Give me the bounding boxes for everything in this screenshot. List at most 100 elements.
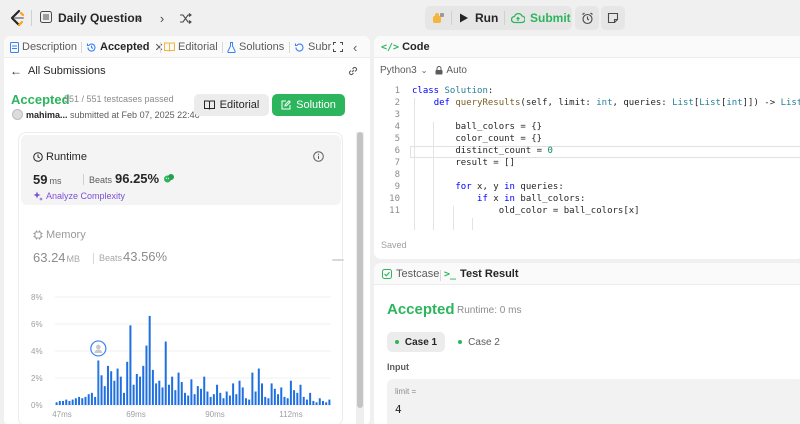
- chart-bar[interactable]: [286, 398, 289, 405]
- chevron-down-icon[interactable]: ⌄: [421, 66, 428, 75]
- chart-bar[interactable]: [238, 380, 241, 405]
- chart-bar[interactable]: [203, 376, 206, 405]
- chart-bar[interactable]: [212, 394, 215, 405]
- chart-bar[interactable]: [126, 361, 129, 405]
- chart-bar[interactable]: [135, 373, 138, 405]
- chart-bar[interactable]: [321, 400, 324, 405]
- code-line[interactable]: 10 if x in ball_colors:: [374, 194, 800, 206]
- auto-mode-label[interactable]: Auto: [446, 65, 467, 76]
- chart-bar[interactable]: [100, 375, 103, 405]
- chart-bar[interactable]: [193, 394, 196, 405]
- chart-bar[interactable]: [206, 391, 209, 406]
- shuffle-icon[interactable]: [176, 9, 194, 27]
- code-line[interactable]: 11 old_color = ball_colors[x]: [374, 206, 800, 218]
- chart-bar[interactable]: [318, 398, 321, 405]
- chart-bar[interactable]: [277, 394, 280, 405]
- chart-bar[interactable]: [78, 396, 81, 405]
- chart-bar[interactable]: [196, 386, 199, 405]
- chart-bar[interactable]: [116, 368, 119, 405]
- panel-resize-handle[interactable]: [332, 259, 344, 261]
- chart-bar[interactable]: [94, 396, 97, 405]
- all-submissions-link[interactable]: ← All Submissions: [10, 64, 106, 78]
- code-line[interactable]: 5 color_count = {}: [374, 134, 800, 146]
- code-line[interactable]: 9 for x, y in queries:: [374, 182, 800, 194]
- chart-bar[interactable]: [225, 391, 228, 406]
- chart-bar[interactable]: [103, 386, 106, 405]
- chart-bar[interactable]: [62, 400, 65, 405]
- debug-icon[interactable]: [431, 6, 445, 30]
- chart-bar[interactable]: [84, 396, 87, 405]
- memory-title[interactable]: Memory: [33, 229, 86, 241]
- chart-bar[interactable]: [97, 360, 100, 405]
- chart-bar[interactable]: [309, 392, 312, 405]
- chart-bar[interactable]: [158, 380, 161, 405]
- chart-bar[interactable]: [228, 395, 231, 405]
- editorial-button[interactable]: Editorial: [194, 94, 269, 116]
- chart-bar[interactable]: [110, 371, 113, 405]
- chart-bar[interactable]: [216, 384, 219, 405]
- tab-description[interactable]: Description: [10, 36, 77, 58]
- avatar[interactable]: [12, 109, 23, 120]
- tab-editorial[interactable]: Editorial: [164, 36, 218, 58]
- code-line[interactable]: 8: [374, 170, 800, 182]
- chart-bar[interactable]: [232, 383, 235, 405]
- chart-bar[interactable]: [302, 396, 305, 405]
- chart-bar[interactable]: [222, 398, 225, 405]
- tab-solutions[interactable]: Solutions: [227, 36, 284, 58]
- your-submission-marker[interactable]: [90, 340, 107, 357]
- chart-bar[interactable]: [74, 398, 77, 405]
- expand-panel-icon[interactable]: [333, 36, 346, 58]
- chart-bar[interactable]: [123, 392, 125, 405]
- solution-button[interactable]: Solution: [272, 94, 345, 116]
- submit-button[interactable]: Submit: [511, 6, 571, 30]
- username[interactable]: mahima...: [26, 110, 68, 120]
- chart-bar[interactable]: [280, 387, 283, 405]
- code-line[interactable]: 3: [374, 110, 800, 122]
- chart-bar[interactable]: [293, 390, 296, 405]
- chart-bar[interactable]: [148, 315, 151, 405]
- chart-bar[interactable]: [180, 382, 183, 405]
- runtime-distribution-chart[interactable]: 8% 6% 4% 2% 0% 47ms 69ms 90ms 112ms: [19, 293, 344, 424]
- chart-bar[interactable]: [142, 365, 145, 405]
- chart-bar[interactable]: [132, 384, 135, 405]
- scrollbar-thumb[interactable]: [357, 132, 363, 408]
- chart-bar[interactable]: [164, 341, 167, 405]
- chart-bar[interactable]: [68, 400, 71, 405]
- chart-bar[interactable]: [87, 394, 90, 405]
- notes-button[interactable]: [601, 6, 625, 30]
- tab-submissions[interactable]: Subr: [294, 36, 331, 58]
- code-line[interactable]: 1 class Solution:: [374, 86, 800, 98]
- chart-bar[interactable]: [315, 402, 318, 405]
- chart-bar[interactable]: [219, 392, 222, 405]
- leetcode-logo-icon[interactable]: [8, 9, 26, 27]
- code-tab[interactable]: </> Code: [381, 41, 430, 53]
- chart-bar[interactable]: [248, 399, 251, 405]
- language-select[interactable]: Python3: [380, 65, 417, 76]
- chart-bar[interactable]: [177, 372, 180, 405]
- code-line[interactable]: 7 result = []: [374, 158, 800, 170]
- tab-accepted[interactable]: Accepted ✕: [86, 36, 164, 58]
- chart-bar[interactable]: [251, 372, 254, 405]
- chart-bar[interactable]: [267, 398, 270, 405]
- chart-bar[interactable]: [190, 379, 193, 405]
- chart-bar[interactable]: [174, 390, 177, 405]
- chart-bar[interactable]: [328, 399, 331, 405]
- chart-bar[interactable]: [71, 399, 74, 405]
- chart-bar[interactable]: [151, 369, 154, 405]
- info-icon[interactable]: [313, 151, 324, 162]
- case-2-tab[interactable]: Case 2: [454, 332, 504, 352]
- tab-test-result[interactable]: >_ Test Result: [444, 268, 519, 280]
- chart-bar[interactable]: [81, 398, 84, 405]
- chart-bar[interactable]: [187, 395, 190, 405]
- chart-bar[interactable]: [305, 399, 308, 405]
- chart-bar[interactable]: [200, 388, 203, 405]
- chart-bar[interactable]: [264, 396, 267, 405]
- chart-bar[interactable]: [289, 380, 292, 405]
- chart-bar[interactable]: [270, 383, 273, 405]
- chart-bar[interactable]: [167, 384, 170, 405]
- tab-testcase[interactable]: Testcase: [382, 268, 439, 280]
- chart-bar[interactable]: [183, 392, 186, 405]
- left-panel-scrollbar[interactable]: [356, 132, 364, 424]
- analyze-complexity-link[interactable]: Analyze Complexity: [33, 191, 125, 201]
- chart-bar[interactable]: [254, 391, 257, 406]
